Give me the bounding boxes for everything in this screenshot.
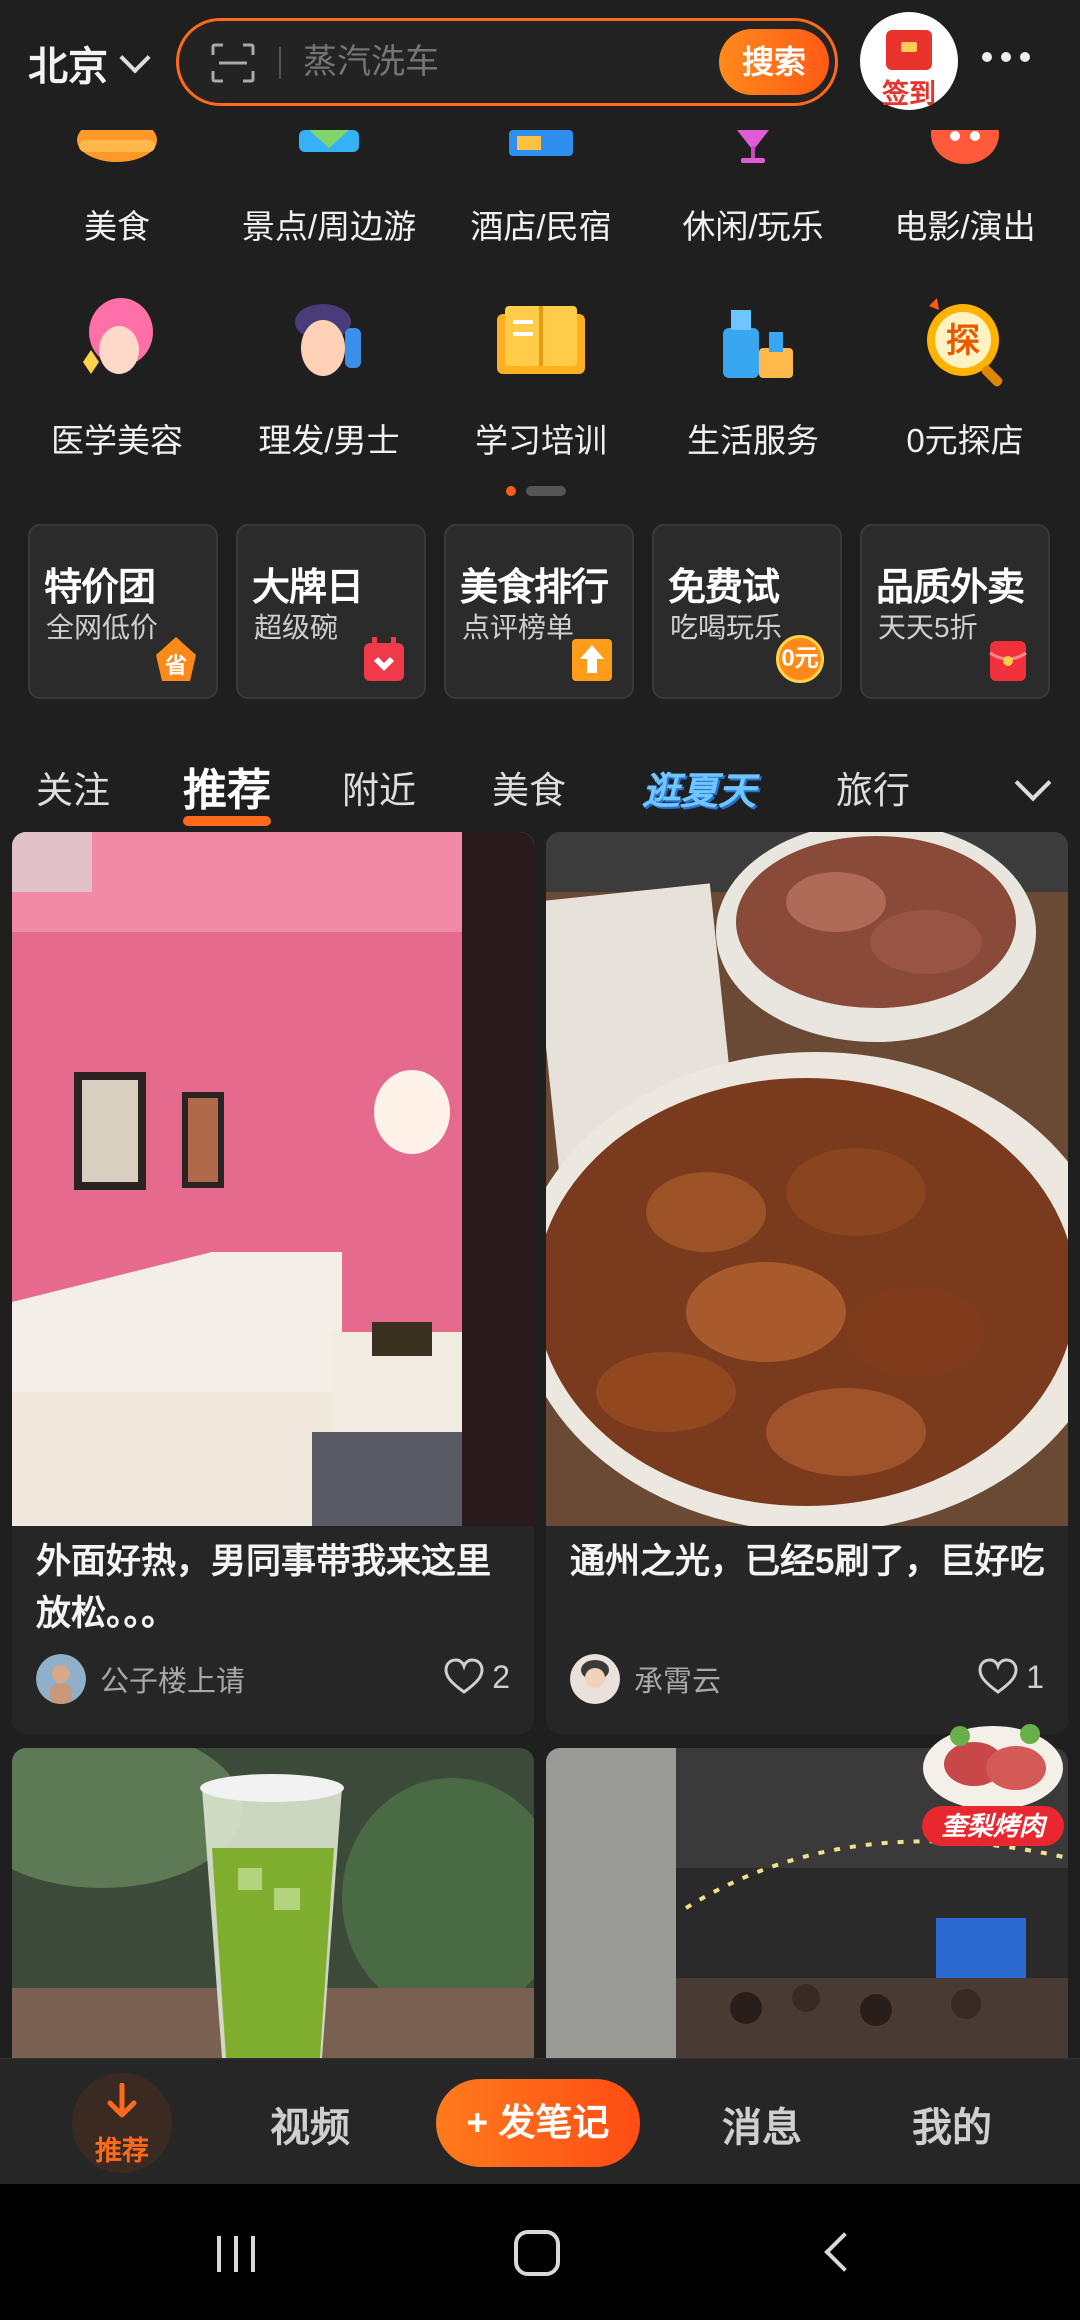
promo-title: 免费试 bbox=[668, 567, 780, 609]
category-label: 美食 bbox=[84, 208, 150, 245]
red-envelope-icon bbox=[886, 30, 932, 70]
post-author[interactable]: 公子楼上请 bbox=[36, 1654, 245, 1704]
city-label: 北京 bbox=[28, 45, 108, 89]
beauty-icon bbox=[83, 298, 153, 374]
post-title: 外面好热，男同事带我来这里放松。。。 bbox=[36, 1542, 492, 1633]
promo-subtitle: 点评榜单 bbox=[462, 612, 575, 643]
nav-recommend-label: 推荐 bbox=[95, 2136, 149, 2166]
promo-subtitle: 天天5折 bbox=[878, 612, 978, 643]
search-button[interactable]: 搜索 bbox=[719, 29, 829, 95]
signin-label: 签到 bbox=[882, 79, 936, 109]
top-bar: 北京 搜索 签到 bbox=[0, 0, 1080, 125]
promo-card-takeout[interactable]: 品质外卖 天天5折 bbox=[860, 524, 1050, 699]
recent-apps-icon[interactable] bbox=[213, 2234, 259, 2274]
category-label: 医学美容 bbox=[51, 422, 183, 459]
feed-card[interactable]: 通州之光，已经5刷了，巨好吃 承霄云 1 bbox=[546, 832, 1068, 1734]
promo-card-free-trial[interactable]: 免费试 吃喝玩乐 0元 bbox=[652, 524, 842, 699]
tab-food[interactable]: 美食 bbox=[492, 760, 566, 814]
category-label: 0元探店 bbox=[906, 422, 1024, 459]
promo-card-group-buy[interactable]: 特价团 全网低价 省 bbox=[28, 524, 218, 699]
barber-icon bbox=[295, 304, 361, 376]
like-button[interactable]: 1 bbox=[978, 1658, 1044, 1696]
feed-tabs: 关注 推荐 附近 美食 逛夏天 旅行 bbox=[0, 750, 1080, 830]
arrow-down-icon bbox=[107, 2083, 137, 2118]
category-label: 酒店/民宿 bbox=[470, 208, 612, 245]
back-icon[interactable] bbox=[824, 2232, 864, 2272]
avatar bbox=[36, 1654, 86, 1704]
promo-card-food-ranking[interactable]: 美食排行 点评榜单 bbox=[444, 524, 634, 699]
pager-dot bbox=[526, 486, 566, 496]
more-icon[interactable] bbox=[982, 52, 1030, 62]
tab-follow[interactable]: 关注 bbox=[36, 760, 110, 814]
author-name: 公子楼上请 bbox=[100, 1666, 246, 1698]
feed-card[interactable]: 外面好热，男同事带我来这里放松。。。 公子楼上请 2 bbox=[12, 832, 534, 1734]
promo-subtitle: 超级碗 bbox=[254, 612, 339, 643]
like-count: 2 bbox=[492, 1658, 510, 1695]
promo-title: 大牌日 bbox=[252, 567, 364, 609]
svg-text:省: 省 bbox=[164, 654, 187, 679]
promo-title: 美食排行 bbox=[460, 567, 609, 609]
system-nav-bar bbox=[0, 2184, 1080, 2320]
tab-summer[interactable]: 逛夏天 bbox=[642, 760, 756, 815]
promo-title: 特价团 bbox=[44, 567, 156, 609]
category-label: 理发/男士 bbox=[258, 422, 400, 459]
ranking-up-icon bbox=[572, 639, 612, 681]
bbq-food-icon bbox=[923, 1724, 1063, 1810]
promo-title: 品质外卖 bbox=[876, 567, 1025, 609]
avatar bbox=[570, 1654, 620, 1704]
category-label: 电影/演出 bbox=[894, 208, 1036, 245]
explore-icon: 探 bbox=[927, 298, 1003, 387]
author-name: 承霄云 bbox=[634, 1666, 722, 1698]
post-image-matcha-drink bbox=[12, 1748, 534, 2058]
signin-button[interactable]: 签到 bbox=[860, 12, 958, 110]
tab-travel[interactable]: 旅行 bbox=[836, 760, 910, 814]
cleaning-icon bbox=[723, 310, 793, 378]
zero-yuan-badge: 0元 bbox=[776, 635, 824, 683]
red-packet-icon bbox=[989, 641, 1027, 681]
like-count: 1 bbox=[1026, 1658, 1044, 1695]
heart-icon bbox=[444, 1658, 484, 1694]
publish-note-button[interactable]: + 发笔记 bbox=[436, 2079, 640, 2167]
tab-recommend[interactable]: 推荐 bbox=[183, 754, 271, 826]
bbq-promo-badge[interactable]: 奎梨烤肉 bbox=[920, 1712, 1066, 1848]
search-input[interactable] bbox=[303, 21, 643, 103]
promo-subtitle: 吃喝玩乐 bbox=[670, 612, 783, 643]
scan-icon[interactable] bbox=[211, 43, 255, 83]
nav-me[interactable]: 我的 bbox=[912, 2095, 992, 2153]
category-pager bbox=[506, 486, 566, 496]
feed-card[interactable] bbox=[12, 1748, 534, 2058]
nav-messages[interactable]: 消息 bbox=[722, 2095, 802, 2153]
nav-recommend[interactable]: 推荐 bbox=[72, 2073, 172, 2173]
search-bar[interactable]: 搜索 bbox=[176, 18, 838, 106]
bbq-badge-label: 奎梨烤肉 bbox=[922, 1806, 1064, 1846]
nav-video[interactable]: 视频 bbox=[270, 2095, 350, 2153]
promo-card-brand-day[interactable]: 大牌日 超级碗 bbox=[236, 524, 426, 699]
promo-subtitle: 全网低价 bbox=[46, 612, 159, 643]
book-icon bbox=[497, 306, 585, 374]
search-divider bbox=[279, 47, 281, 79]
category-label: 休闲/玩乐 bbox=[682, 208, 824, 245]
home-icon[interactable] bbox=[514, 2230, 560, 2276]
category-label: 学习培训 bbox=[475, 422, 607, 459]
category-label: 生活服务 bbox=[687, 422, 819, 459]
calendar-icon bbox=[364, 637, 404, 681]
svg-text:探: 探 bbox=[946, 321, 980, 361]
chevron-down-icon[interactable] bbox=[1014, 764, 1052, 802]
post-image-pink-lounge bbox=[12, 832, 534, 1526]
heart-icon bbox=[978, 1658, 1018, 1694]
chevron-down-icon bbox=[119, 42, 151, 74]
bottom-nav: 推荐 视频 + 发笔记 消息 我的 bbox=[0, 2058, 1080, 2184]
pager-dot-active bbox=[506, 486, 516, 496]
tab-nearby[interactable]: 附近 bbox=[342, 760, 416, 814]
post-image-grilled-meat bbox=[546, 832, 1068, 1526]
post-author[interactable]: 承霄云 bbox=[570, 1654, 721, 1704]
city-selector[interactable]: 北京 bbox=[28, 34, 151, 92]
like-button[interactable]: 2 bbox=[444, 1658, 510, 1696]
post-title: 通州之光，已经5刷了，巨好吃 bbox=[570, 1542, 1045, 1581]
category-label: 景点/周边游 bbox=[241, 208, 417, 245]
save-badge-icon: 省 bbox=[156, 637, 196, 681]
